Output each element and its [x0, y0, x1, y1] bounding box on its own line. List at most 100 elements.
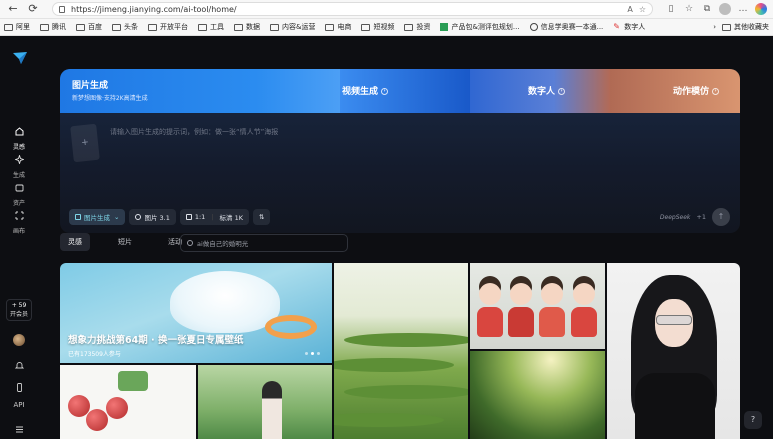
folder-icon: [148, 23, 157, 31]
gallery-item[interactable]: [607, 263, 740, 439]
bookmark-folder[interactable]: 电商: [325, 22, 351, 32]
folder-icon: [722, 23, 731, 31]
bookmark-folder[interactable]: 数据: [234, 22, 260, 32]
bell-icon: [14, 362, 24, 369]
app-logo-icon[interactable]: [12, 51, 28, 65]
home-icon: [15, 127, 23, 136]
more-icon[interactable]: …: [737, 3, 749, 15]
swim-ring-illustration: [265, 315, 317, 339]
challenge-banner[interactable]: 想象力挑战第64期 · 换一张夏日专属壁纸 已有173509人参与: [60, 263, 332, 363]
sliders-icon: ⇅: [259, 213, 265, 221]
gallery-item[interactable]: [60, 365, 196, 439]
chevron-right-icon: ›: [712, 88, 720, 95]
ratio-quality-select[interactable]: 1:1 | 标清 1K: [179, 209, 249, 225]
menu-icon: [15, 426, 23, 433]
bookmark-folder[interactable]: 百度: [76, 22, 102, 32]
phone-icon: [16, 383, 22, 392]
bookmarks-bar: 阿里 腾讯 百度 头条 开放平台 工具 数据 内容&运营 电商 短视频 投资 产…: [0, 19, 773, 36]
refresh-icon[interactable]: ⟳: [26, 2, 40, 16]
help-button[interactable]: ?: [744, 411, 762, 429]
bookmark-folder[interactable]: 内容&运营: [270, 22, 315, 32]
chevron-down-icon: ⌄: [114, 213, 120, 221]
cat-illustration: [170, 271, 280, 333]
bookmark-folder[interactable]: 工具: [198, 22, 224, 32]
model-select[interactable]: 图片 3.1: [129, 209, 176, 225]
arrow-up-icon: ↑: [717, 212, 725, 221]
api-link[interactable]: API: [0, 401, 38, 409]
image-icon: [75, 214, 81, 220]
folder-icon: [361, 23, 371, 31]
other-bookmarks[interactable]: › 其他收藏夹: [713, 22, 769, 32]
image-upload-button[interactable]: +: [70, 123, 100, 163]
bookmark-folder[interactable]: 投资: [404, 22, 430, 32]
copilot-icon[interactable]: [755, 3, 767, 15]
bookmark-folder[interactable]: 头条: [112, 22, 138, 32]
sheet-icon: [440, 23, 449, 31]
deepseek-toggle[interactable]: DeepSeek: [660, 214, 690, 221]
mode-select[interactable]: 图片生成 ⌄: [69, 209, 126, 225]
video-gen-tab[interactable]: 视频生成 ›: [340, 69, 470, 113]
search-icon: [187, 240, 193, 246]
model-icon: [135, 214, 142, 220]
folder-icon: [270, 23, 279, 31]
submit-area: DeepSeek +1 ↑: [660, 208, 730, 226]
bookmark-folder[interactable]: 阿里: [4, 22, 30, 32]
plus-icon: +: [80, 137, 90, 149]
browser-window: ← ⟳ https://jimeng.jianying.com/ai-tool/…: [0, 0, 773, 439]
split-screen-icon[interactable]: ▯: [665, 3, 677, 15]
sidebar-item-assets[interactable]: 资产: [0, 179, 38, 207]
sidebar: 灵感 生成 资产 画布 + 59 开会员 API: [0, 37, 38, 439]
read-aloud-icon[interactable]: A: [627, 5, 632, 14]
folder-icon: [198, 23, 207, 31]
collections-icon[interactable]: ⧉: [701, 3, 713, 15]
globe-icon: [529, 23, 538, 31]
app-main: 灵感 生成 资产 画布 + 59 开会员 API 图片生成 新梦想图像·支持2K…: [0, 37, 773, 439]
gallery-item[interactable]: [334, 263, 468, 439]
motion-imitation-tab[interactable]: 动作模仿 ›: [610, 69, 740, 113]
generation-controls: 图片生成 ⌄ 图片 3.1 1:1 | 标清 1K ⇅: [69, 209, 271, 225]
notification-button[interactable]: [0, 357, 38, 376]
bookmark-link[interactable]: 产品包&测评包规划...: [440, 22, 520, 32]
carousel-dots[interactable]: [305, 352, 320, 355]
lock-icon: [59, 5, 65, 13]
sidebar-item-inspiration[interactable]: 灵感: [0, 123, 38, 151]
sparkle-icon: [13, 154, 25, 165]
gallery-item[interactable]: [198, 365, 332, 439]
chevron-right-icon: ›: [381, 88, 389, 95]
ratio-icon: [185, 214, 192, 220]
favorite-star-icon[interactable]: ☆: [639, 5, 646, 14]
gallery-item[interactable]: [470, 351, 605, 439]
image-gen-tab[interactable]: 图片生成 新梦想图像·支持2K高清生成: [60, 69, 340, 113]
settings-button[interactable]: ⇅: [253, 209, 271, 225]
tab-inspiration[interactable]: 灵感: [60, 233, 90, 251]
folder-icon: [40, 23, 49, 31]
gallery-item[interactable]: [470, 263, 605, 349]
bookmark-folder[interactable]: 腾讯: [40, 22, 66, 32]
membership-button[interactable]: + 59 开会员: [6, 299, 32, 321]
url-input[interactable]: https://jimeng.jianying.com/ai-tool/home…: [52, 2, 653, 16]
prompt-input[interactable]: 请输入图片生成的提示词，例如：做一张“情人节”海报: [110, 127, 278, 137]
sidebar-item-generate[interactable]: 生成: [0, 151, 38, 179]
user-avatar[interactable]: [13, 334, 25, 346]
folder-icon: [404, 23, 414, 31]
bookmark-folder[interactable]: 开放平台: [148, 22, 188, 32]
tab-shorts[interactable]: 短片: [110, 233, 140, 251]
bookmark-link[interactable]: ✎ 数字人: [613, 22, 645, 32]
generation-panel: 图片生成 新梦想图像·支持2K高清生成 视频生成 › 数字人 › 动作模仿 › + 请…: [60, 69, 740, 233]
digital-human-tab[interactable]: 数字人 ›: [470, 69, 610, 113]
url-text: https://jimeng.jianying.com/ai-tool/home…: [71, 4, 237, 14]
profile-avatar[interactable]: [719, 3, 731, 15]
bookmark-folder[interactable]: 短视频: [361, 22, 394, 32]
generate-button[interactable]: ↑: [712, 208, 730, 226]
back-icon[interactable]: ←: [6, 2, 20, 16]
bookmark-link[interactable]: 信息学奥赛一本通...: [529, 22, 603, 32]
mobile-app-button[interactable]: [0, 379, 38, 398]
favorites-icon[interactable]: ☆: [683, 3, 695, 15]
search-input[interactable]: ai做自己的婚明光: [180, 234, 348, 252]
folder-icon: [112, 23, 121, 31]
folder-icon: [234, 23, 243, 31]
question-icon: ?: [750, 415, 756, 424]
sidebar-item-canvas[interactable]: 画布: [0, 207, 38, 235]
credit-cost: +1: [696, 213, 706, 221]
menu-button[interactable]: [0, 421, 38, 439]
